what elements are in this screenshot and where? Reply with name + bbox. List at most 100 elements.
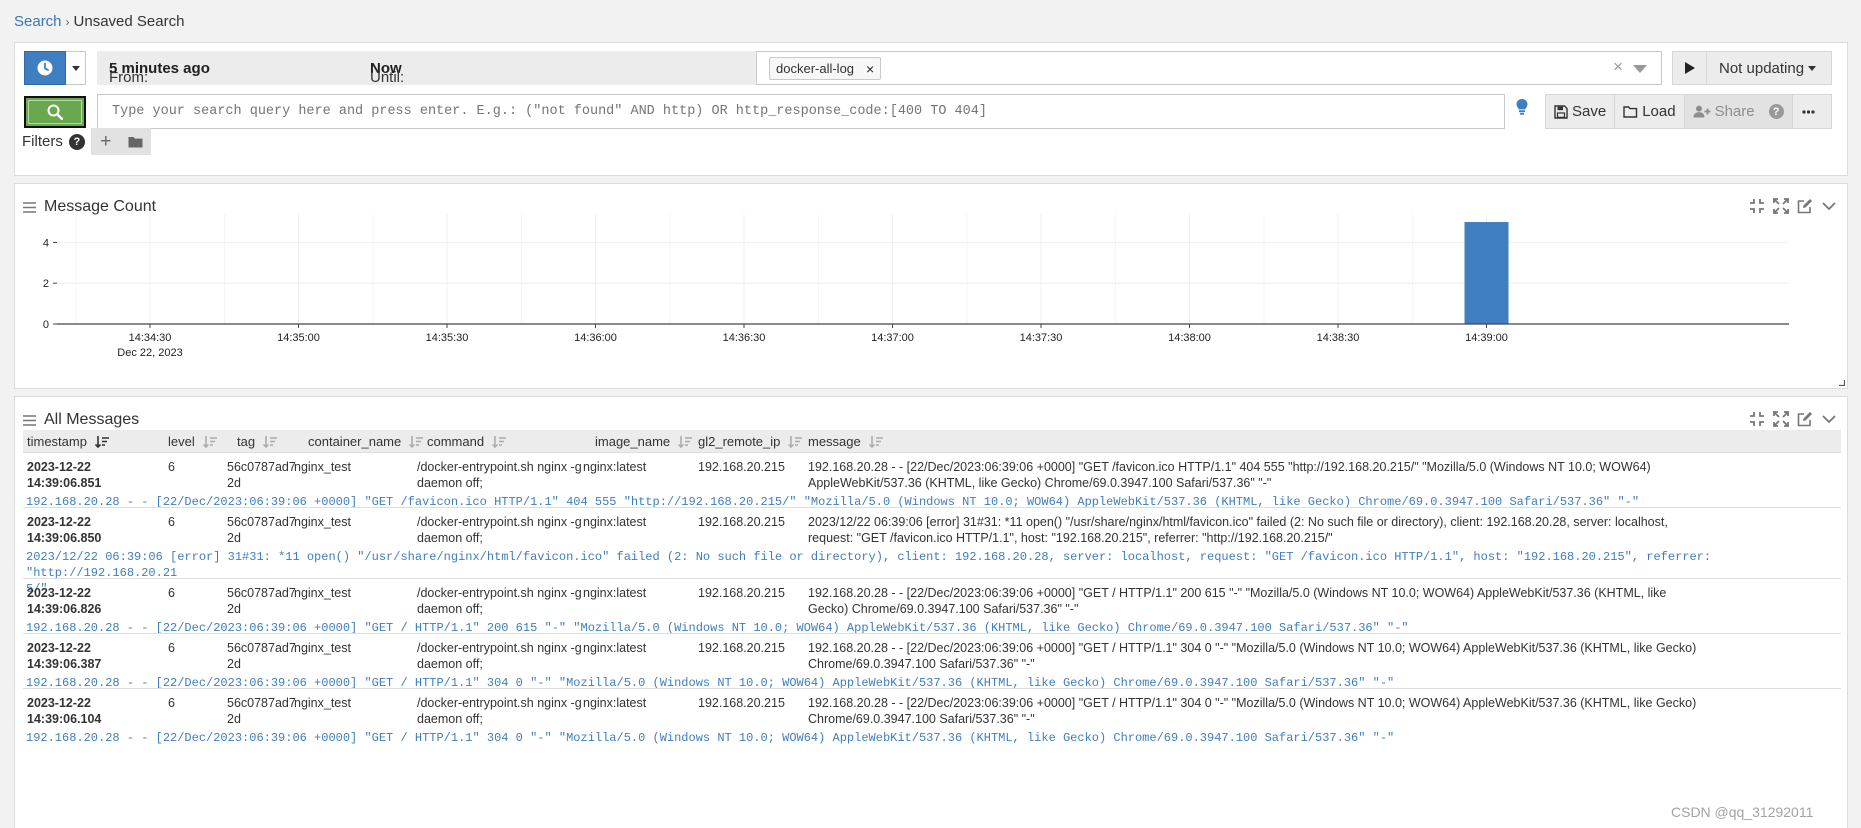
timestamp-time: 14:39:06.851 xyxy=(27,476,102,490)
timestamp-time: 14:39:06.850 xyxy=(27,531,102,545)
cell-level: 6 xyxy=(168,640,175,656)
all-messages-header: All Messages xyxy=(23,411,139,429)
column-header-image-name[interactable]: image_name xyxy=(595,434,693,449)
command-line-1: /docker-entrypoint.sh nginx -g xyxy=(417,586,582,600)
share-search-button[interactable]: Share? xyxy=(1684,95,1793,128)
compress-icon[interactable] xyxy=(1749,198,1765,214)
add-filter-button[interactable]: + xyxy=(90,128,121,155)
image-name-value: nginx:latest xyxy=(583,641,647,655)
sort-icon[interactable] xyxy=(263,435,278,448)
cell-message: 192.168.20.28 - - [22/Dec/2023:06:39:06 … xyxy=(808,640,1838,672)
message-row[interactable]: 2023-12-22 14:39:06.104 6 56c0787ad7 2d nginx… xyxy=(23,688,1841,745)
column-header-label: level xyxy=(168,434,195,449)
clear-streams-icon[interactable]: × xyxy=(1613,57,1623,77)
column-header-command[interactable]: command xyxy=(427,434,507,449)
drag-handle-icon[interactable] xyxy=(23,414,36,426)
cell-command: /docker-entrypoint.sh nginx -g daemon off… xyxy=(417,585,582,617)
x-date-label: Dec 22, 2023 xyxy=(117,347,182,359)
sort-icon[interactable] xyxy=(202,435,217,448)
cell-level: 6 xyxy=(168,514,175,530)
message-row[interactable]: 2023-12-22 14:39:06.850 6 56c0787ad7 2d nginx… xyxy=(23,507,1841,596)
timestamp-time: 14:39:06.104 xyxy=(27,712,102,726)
compress-icon[interactable] xyxy=(1749,411,1765,427)
message-line-2: Chrome/69.0.3947.100 Safari/537.36" "-" xyxy=(808,657,1035,671)
x-tick-label: 14:36:30 xyxy=(723,332,766,344)
command-line-1: /docker-entrypoint.sh nginx -g xyxy=(417,696,582,710)
cell-tag: 56c0787ad7 2d xyxy=(227,514,296,546)
cell-level: 6 xyxy=(168,585,175,601)
load-filter-button[interactable] xyxy=(120,128,151,155)
streams-dropdown-icon[interactable] xyxy=(1633,65,1647,73)
column-header-gl2-remote-ip[interactable]: gl2_remote_ip xyxy=(698,434,803,449)
filters-help-icon[interactable]: ? xyxy=(68,133,85,150)
remote-ip-value: 192.168.20.215 xyxy=(698,641,785,655)
tag-line-1: 56c0787ad7 xyxy=(227,460,296,474)
time-range-type-button[interactable] xyxy=(24,51,86,85)
play-icon[interactable] xyxy=(1673,52,1707,84)
resize-handle-icon[interactable] xyxy=(1839,380,1845,386)
streams-select[interactable]: docker-all-log × × xyxy=(756,51,1662,85)
sort-descending-icon[interactable] xyxy=(94,435,109,448)
x-tick-label: 14:36:00 xyxy=(574,332,617,344)
column-header-label: command xyxy=(427,434,485,449)
expand-icon[interactable] xyxy=(1773,198,1789,214)
chevron-down-icon[interactable] xyxy=(1821,411,1837,427)
cell-message: 2023/12/22 06:39:06 [error] 31#31: *11 o… xyxy=(808,514,1838,546)
column-header-container-name[interactable]: container_name xyxy=(308,434,424,449)
sort-icon[interactable] xyxy=(788,435,803,448)
container-name-value: nginx_test xyxy=(294,515,351,529)
search-submit-button[interactable] xyxy=(24,96,86,128)
plus-icon: + xyxy=(100,130,112,152)
stream-chip-label: docker-all-log xyxy=(776,61,855,76)
sort-icon[interactable] xyxy=(409,435,424,448)
column-header-tag[interactable]: tag xyxy=(237,434,278,449)
message-line-2: AppleWebKit/537.36 (KHTML, like Gecko) C… xyxy=(808,476,1272,490)
search-query-input[interactable] xyxy=(97,94,1505,129)
column-header-timestamp[interactable]: timestamp xyxy=(27,434,109,449)
drag-handle-icon[interactable] xyxy=(23,201,36,213)
message-line-1: 192.168.20.28 - - [22/Dec/2023:06:39:06 … xyxy=(808,641,1697,655)
query-help-lightbulb-icon[interactable] xyxy=(1515,98,1529,116)
column-header-message[interactable]: message xyxy=(808,434,883,449)
edit-icon[interactable] xyxy=(1797,198,1813,214)
column-header-label: gl2_remote_ip xyxy=(698,434,781,449)
tag-line-2: 2d xyxy=(227,531,241,545)
message-row[interactable]: 2023-12-22 14:39:06.851 6 56c0787ad7 2d nginx… xyxy=(23,452,1841,509)
cell-gl2-remote-ip: 192.168.20.215 xyxy=(698,514,785,530)
x-tick-label: 14:37:00 xyxy=(871,332,914,344)
sort-icon[interactable] xyxy=(492,435,507,448)
message-row[interactable]: 2023-12-22 14:39:06.826 6 56c0787ad7 2d nginx… xyxy=(23,578,1841,635)
caret-down-icon[interactable] xyxy=(66,51,86,85)
time-range-from: From: 5 minutes ago xyxy=(109,60,210,86)
cell-container-name: nginx_test xyxy=(294,585,351,601)
cell-timestamp: 2023-12-22 14:39:06.387 xyxy=(27,640,101,672)
time-range-display[interactable]: From: 5 minutes ago Until: Now xyxy=(97,51,759,86)
cell-gl2-remote-ip: 192.168.20.215 xyxy=(698,459,785,475)
load-search-button[interactable]: Load xyxy=(1615,95,1685,128)
ellipsis-icon xyxy=(1802,109,1815,114)
cell-command: /docker-entrypoint.sh nginx -g daemon off… xyxy=(417,640,582,672)
column-header-level[interactable]: level xyxy=(168,434,217,449)
message-line-2: Gecko) Chrome/69.0.3947.100 Safari/537.3… xyxy=(808,602,1079,616)
chevron-down-icon[interactable] xyxy=(1821,198,1837,214)
save-search-button[interactable]: Save xyxy=(1546,95,1616,128)
remove-stream-icon[interactable]: × xyxy=(866,61,874,77)
more-actions-button[interactable] xyxy=(1793,95,1828,128)
all-messages-panel: All Messages timestamp level tag container_… xyxy=(14,396,1848,828)
sort-icon[interactable] xyxy=(868,435,883,448)
share-help-icon[interactable]: ? xyxy=(1768,104,1784,119)
edit-icon[interactable] xyxy=(1797,411,1813,427)
cell-image-name: nginx:latest xyxy=(583,585,646,601)
all-messages-tools xyxy=(1749,411,1837,427)
message-row[interactable]: 2023-12-22 14:39:06.387 6 56c0787ad7 2d nginx… xyxy=(23,633,1841,690)
refresh-interval-dropdown[interactable]: Not updating xyxy=(1707,52,1817,84)
container-name-value: nginx_test xyxy=(294,641,351,655)
search-actions: Save Load Share? xyxy=(1545,94,1832,129)
tag-line-2: 2d xyxy=(227,476,241,490)
sort-icon[interactable] xyxy=(678,435,693,448)
cell-container-name: nginx_test xyxy=(294,514,351,530)
clock-icon[interactable] xyxy=(24,51,66,85)
stream-chip: docker-all-log × xyxy=(769,57,882,80)
expand-icon[interactable] xyxy=(1773,411,1789,427)
breadcrumb-search-link[interactable]: Search xyxy=(14,13,62,30)
